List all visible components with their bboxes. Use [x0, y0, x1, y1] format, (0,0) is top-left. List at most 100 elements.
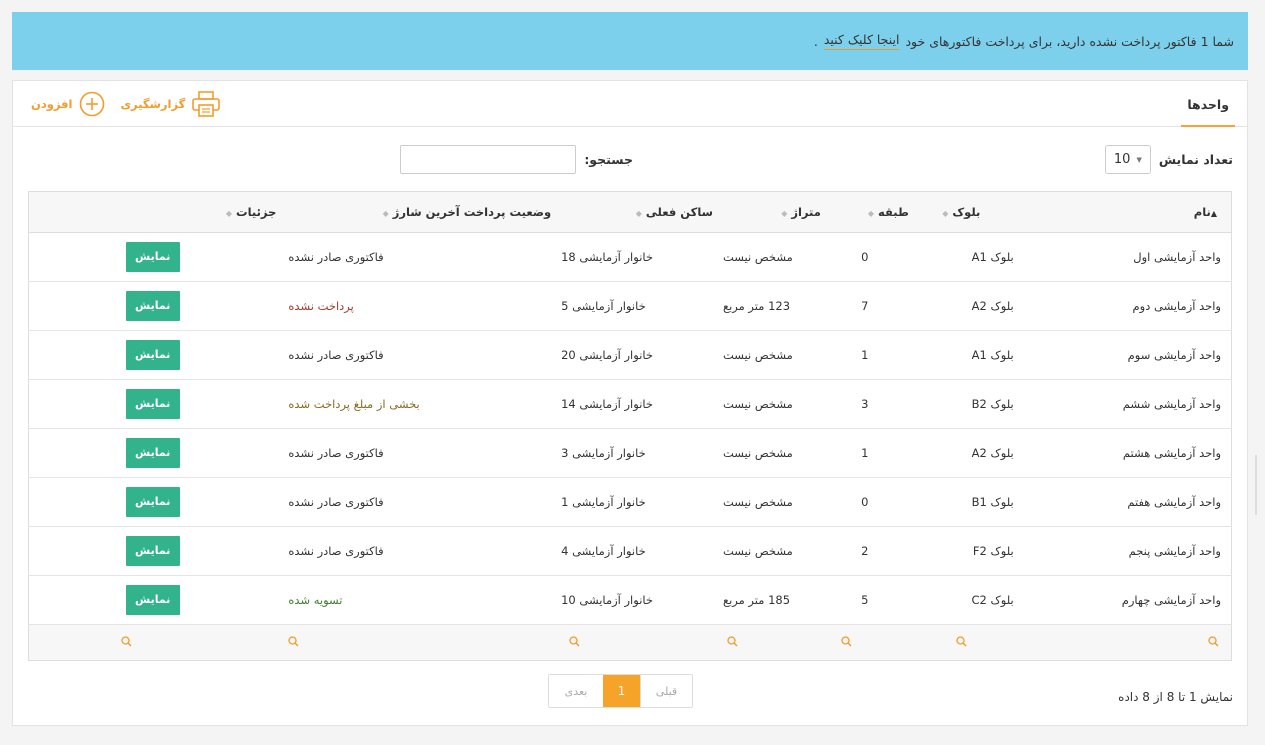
search-label: جستجو:: [584, 152, 633, 167]
search-icon[interactable]: [956, 635, 967, 650]
pagination-page-1[interactable]: 1: [603, 675, 640, 707]
table-cell: 7: [820, 281, 909, 331]
search-icon[interactable]: [288, 635, 299, 650]
show-details-button[interactable]: نمایش: [125, 585, 180, 615]
search-icon[interactable]: [1208, 635, 1219, 650]
column-header[interactable]: جزئیات◆: [28, 191, 277, 233]
show-details-button[interactable]: نمایش: [125, 389, 180, 419]
column-header[interactable]: ساکن فعلی◆: [551, 191, 713, 233]
column-search-cell[interactable]: [1013, 624, 1232, 661]
table-cell: بلوک A2: [908, 428, 1014, 478]
show-details-button[interactable]: نمایش: [125, 438, 180, 468]
table-row: واحد آزمایشی دوم بلوک A2 7 123 متر مربع خانو…: [28, 281, 1232, 331]
table-cell: 1: [820, 428, 909, 478]
sort-icon: ◆: [942, 209, 949, 218]
search-input[interactable]: [400, 145, 577, 174]
table-cell: مشخص نیست: [712, 477, 821, 527]
table-cell: بلوک C2: [908, 575, 1014, 625]
search-control: جستجو:: [400, 145, 633, 174]
column-header[interactable]: متراژ◆: [712, 191, 821, 233]
cell-text: 1: [861, 348, 869, 362]
show-details-button[interactable]: نمایش: [125, 487, 180, 517]
report-button[interactable]: گزارشگیری: [121, 90, 222, 118]
table-cell: 123 متر مربع: [712, 281, 821, 331]
table-body: واحد آزمایشی اول بلوک A1 0 مشخص نیست خانوار …: [28, 232, 1232, 625]
sort-icon: ◆: [382, 209, 389, 218]
search-icon[interactable]: [569, 635, 580, 650]
cell-text: 185 متر مربع: [722, 593, 791, 607]
search-icon[interactable]: [121, 635, 132, 650]
caret-down-icon: ▼: [1136, 155, 1142, 164]
pagination-next[interactable]: بعدی: [549, 675, 603, 707]
add-button[interactable]: افزودن: [31, 91, 105, 117]
pagination-prev[interactable]: قبلی: [640, 675, 692, 707]
table-cell: نمایش: [28, 526, 277, 576]
page-length-select[interactable]: 10 ▼: [1104, 145, 1151, 174]
page-length-label: تعداد نمایش: [1158, 152, 1233, 167]
table-cell: 2: [820, 526, 909, 576]
table-cell: 1: [820, 330, 909, 380]
show-details-button[interactable]: نمایش: [125, 242, 180, 272]
column-search-cell[interactable]: [551, 624, 713, 661]
column-search-cell[interactable]: [820, 624, 909, 661]
table-cell: خانوار آزمایشی 10: [551, 575, 713, 625]
alert-tail: .: [813, 33, 818, 49]
table-cell: 0: [820, 477, 909, 527]
table-cell: واحد آزمایشی هشتم: [1013, 428, 1232, 478]
cell-text: مشخص نیست: [722, 397, 793, 411]
column-header[interactable]: بلوک◆: [908, 191, 1014, 233]
table-cell: خانوار آزمایشی 5: [551, 281, 713, 331]
search-icon[interactable]: [727, 635, 738, 650]
cell-text: بخشی از مبلغ پرداخت شده: [288, 397, 420, 411]
units-panel: واحدها افزودن گزارشگیری تعداد نمایش 10 ▼: [12, 80, 1248, 726]
cell-text: مشخص نیست: [722, 544, 793, 558]
column-header[interactable]: طبقه◆: [820, 191, 909, 233]
table-cell: نمایش: [28, 477, 277, 527]
show-details-button[interactable]: نمایش: [125, 340, 180, 370]
cell-text: فاکتوری صادر نشده: [288, 446, 384, 460]
show-details-button[interactable]: نمایش: [125, 291, 180, 321]
table-cell: نمایش: [28, 379, 277, 429]
table-cell: 185 متر مربع: [712, 575, 821, 625]
table-cell: خانوار آزمایشی 1: [551, 477, 713, 527]
tab-units[interactable]: واحدها: [1181, 81, 1235, 127]
cell-text: واحد آزمایشی چهارم: [1121, 593, 1221, 607]
column-header[interactable]: ▲نام: [1013, 191, 1232, 233]
table-cell: مشخص نیست: [712, 526, 821, 576]
table-cell: فاکتوری صادر نشده: [276, 232, 552, 282]
column-search-cell[interactable]: [712, 624, 821, 661]
table-cell: خانوار آزمایشی 4: [551, 526, 713, 576]
column-search-cell[interactable]: [908, 624, 1014, 661]
show-details-button[interactable]: نمایش: [125, 536, 180, 566]
table-header-row: ▲نام بلوک◆ طبقه◆ متراژ◆ ساکن فعلی◆ وضعیت پردا…: [28, 191, 1232, 233]
table-cell: فاکتوری صادر نشده: [276, 526, 552, 576]
table-cell: 3: [820, 379, 909, 429]
column-header-label: متراژ: [791, 205, 821, 219]
cell-text: مشخص نیست: [722, 446, 793, 460]
table-cell: نمایش: [28, 232, 277, 282]
table-cell: بلوک A1: [908, 330, 1014, 380]
table-info: نمایش 1 تا 8 از 8 داده: [1118, 690, 1233, 704]
cell-text: بلوک B2: [971, 397, 1014, 411]
table-cell: مشخص نیست: [712, 379, 821, 429]
cell-text: 0: [861, 495, 869, 509]
cell-text: واحد آزمایشی پنجم: [1128, 544, 1221, 558]
cell-text: 123 متر مربع: [722, 299, 791, 313]
cell-text: بلوک B1: [971, 495, 1014, 509]
cell-text: خانوار آزمایشی 18: [561, 250, 654, 264]
table-row: واحد آزمایشی هفتم بلوک B1 0 مشخص نیست خانوار…: [28, 477, 1232, 527]
alert-click-here-link[interactable]: اینجا کلیک کنید: [823, 32, 900, 50]
column-search-cell[interactable]: [276, 624, 552, 661]
unpaid-invoice-alert: شما 1 فاکتور پرداخت نشده دارید، برای پرد…: [12, 12, 1248, 70]
page-length-value: 10: [1113, 152, 1131, 167]
table-cell: مشخص نیست: [712, 428, 821, 478]
table-row: واحد آزمایشی پنجم بلوک F2 2 مشخص نیست خانوار…: [28, 526, 1232, 576]
search-icon[interactable]: [841, 635, 852, 650]
column-search-cell[interactable]: [28, 624, 277, 661]
scrollbar-track[interactable]: [1255, 455, 1257, 515]
cell-text: مشخص نیست: [722, 495, 793, 509]
cell-text: مشخص نیست: [722, 348, 793, 362]
column-header[interactable]: وضعیت پرداخت آخرین شارژ◆: [276, 191, 552, 233]
units-table: ▲نام بلوک◆ طبقه◆ متراژ◆ ساکن فعلی◆ وضعیت پردا…: [28, 191, 1232, 661]
alert-text: شما 1 فاکتور پرداخت نشده دارید، برای پرد…: [905, 33, 1234, 49]
